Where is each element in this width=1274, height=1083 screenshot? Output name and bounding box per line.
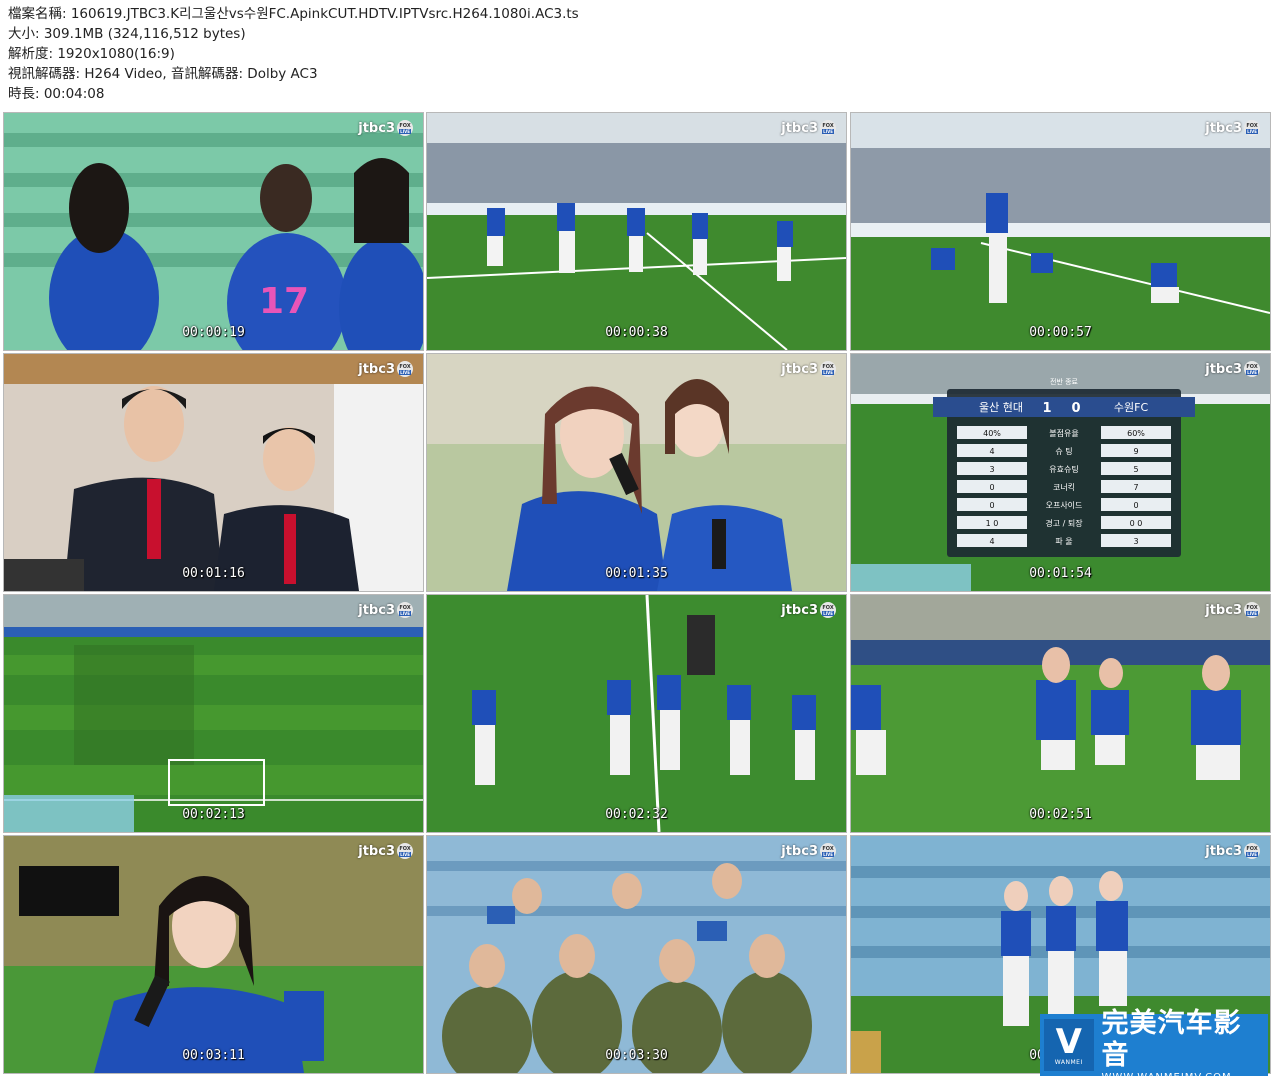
thumbnail[interactable]: jtbc3 FOX LIVE 00:02:51 — [851, 595, 1270, 832]
scene-image — [4, 836, 423, 1073]
stat-label: 슈 팅 — [1055, 446, 1072, 456]
stat-home-value: 4 — [989, 447, 994, 456]
broadcast-logo: jtbc3 FOX LIVE — [781, 602, 836, 618]
thumbnail[interactable]: jtbc3 FOX LIVE 00:03:30 — [427, 836, 846, 1073]
stat-home-value: 0 — [989, 501, 994, 510]
thumbnail[interactable]: jtbc3 FOX LIVE 00:00:38 — [427, 113, 846, 350]
timestamp: 00:02:32 — [605, 807, 668, 822]
timestamp: 00:02:13 — [182, 807, 245, 822]
stat-home-value: 3 — [989, 465, 994, 474]
scene-image — [427, 595, 846, 832]
stat-away-value: 7 — [1133, 483, 1138, 492]
timestamp: 00:00:19 — [182, 325, 245, 340]
away-score: 0 — [1071, 401, 1080, 416]
stat-label: 경고 / 퇴장 — [1045, 518, 1083, 528]
thumbnail[interactable]: jtbc3 FOX LIVE 00:01:16 — [4, 354, 423, 591]
away-team: 수원FC — [1114, 401, 1149, 414]
stat-home-value: 1 0 — [986, 519, 999, 528]
broadcast-logo: jtbc3 FOX LIVE — [1205, 120, 1260, 136]
stat-label: 코너킥 — [1053, 482, 1075, 492]
broadcast-logo: jtbc3 FOX LIVE — [358, 361, 413, 377]
broadcast-logo: jtbc3 FOX LIVE — [358, 602, 413, 618]
thumbnail[interactable]: jtbc3 FOX LIVE 00:02:13 — [4, 595, 423, 832]
stat-away-value: 60% — [1127, 429, 1145, 438]
timestamp: 00:01:16 — [182, 566, 245, 581]
scene-image: 전반 종료 울산 현대 1 0 수원FC 40% 볼점유율 60% 4 슈 팅 9 3 유효슈… — [851, 354, 1270, 591]
stat-away-value: 9 — [1133, 447, 1138, 456]
half-label: 전반 종료 — [1050, 377, 1079, 386]
scene-image — [851, 113, 1270, 350]
thumbnail[interactable]: jtbc3 FOX LIVE 00:01:35 — [427, 354, 846, 591]
timestamp: 00:01:35 — [605, 566, 668, 581]
stat-label: 유효슈팅 — [1049, 464, 1078, 474]
broadcast-logo: jtbc3 FOX LIVE — [358, 120, 413, 136]
file-resolution: 解析度: 1920x1080(16:9) — [8, 46, 175, 62]
broadcast-logo: jtbc3 FOX LIVE — [358, 843, 413, 859]
stat-home-value: 4 — [989, 537, 994, 546]
site-watermark: V WANMEI 完美汽车影音 WWW.WANMEIMV.COM — [1040, 1008, 1268, 1083]
broadcast-logo: jtbc3 FOX LIVE — [781, 843, 836, 859]
thumbnail[interactable]: jtbc3 FOX LIVE 00:03:11 — [4, 836, 423, 1073]
scene-image — [4, 595, 423, 832]
scene-image: 17 — [4, 113, 423, 350]
stat-away-value: 0 0 — [1130, 519, 1143, 528]
file-info-header: 檔案名稱: 160619.JTBC3.K리그울산vs수원FC.ApinkCUT.… — [8, 4, 579, 104]
file-size: 大小: 309.1MB (324,116,512 bytes) — [8, 26, 246, 42]
timestamp: 00:01:54 — [1029, 566, 1092, 581]
watermark-logo-icon: V WANMEI — [1044, 1019, 1094, 1071]
file-codecs: 視訊解碼器: H264 Video, 音訊解碼器: Dolby AC3 — [8, 66, 318, 82]
home-team: 울산 현대 — [979, 401, 1023, 414]
timestamp: 00:02:51 — [1029, 807, 1092, 822]
thumbnail[interactable]: jtbc3 FOX LIVE 00:00:57 — [851, 113, 1270, 350]
stat-away-value: 3 — [1133, 537, 1138, 546]
stat-away-value: 5 — [1133, 465, 1138, 474]
halftime-scoreboard: 전반 종료 울산 현대 1 0 수원FC 40% 볼점유율 60% 4 슈 팅 9 3 유효슈… — [933, 377, 1195, 557]
stat-away-value: 0 — [1133, 501, 1138, 510]
file-duration: 時長: 00:04:08 — [8, 86, 105, 102]
thumbnail[interactable]: 17 jtbc3 FOX LIVE 00:00:19 — [4, 113, 423, 350]
scene-image — [427, 836, 846, 1073]
file-name: 檔案名稱: 160619.JTBC3.K리그울산vs수원FC.ApinkCUT.… — [8, 6, 579, 22]
stat-home-value: 40% — [983, 429, 1001, 438]
timestamp: 00:00:57 — [1029, 325, 1092, 340]
broadcast-logo: jtbc3 FOX LIVE — [1205, 602, 1260, 618]
stat-label: 오프사이드 — [1046, 500, 1083, 510]
stat-label: 파 울 — [1055, 537, 1072, 546]
thumbnail[interactable]: 전반 종료 울산 현대 1 0 수원FC 40% 볼점유율 60% 4 슈 팅 9 3 유효슈… — [851, 354, 1270, 591]
timestamp: 00:03:30 — [605, 1048, 668, 1063]
timestamp: 00:03:11 — [182, 1048, 245, 1063]
stat-label: 볼점유율 — [1049, 428, 1078, 438]
timestamp: 00:00:38 — [605, 325, 668, 340]
broadcast-logo: jtbc3 FOX LIVE — [1205, 361, 1260, 377]
home-score: 1 — [1042, 401, 1051, 416]
watermark-title: 完美汽车影音 — [1101, 1007, 1242, 1071]
svg-text:17: 17 — [259, 281, 309, 322]
broadcast-logo: jtbc3 FOX LIVE — [1205, 843, 1260, 859]
broadcast-logo: jtbc3 FOX LIVE — [781, 361, 836, 377]
stat-home-value: 0 — [989, 483, 994, 492]
scene-image — [427, 113, 846, 350]
scene-image — [4, 354, 423, 591]
thumbnail[interactable]: jtbc3 FOX LIVE 00:02:32 — [427, 595, 846, 832]
broadcast-logo: jtbc3 FOX LIVE — [781, 120, 836, 136]
watermark-url: WWW.WANMEIMV.COM — [1101, 1071, 1232, 1083]
scene-image — [427, 354, 846, 591]
scene-image — [851, 595, 1270, 832]
